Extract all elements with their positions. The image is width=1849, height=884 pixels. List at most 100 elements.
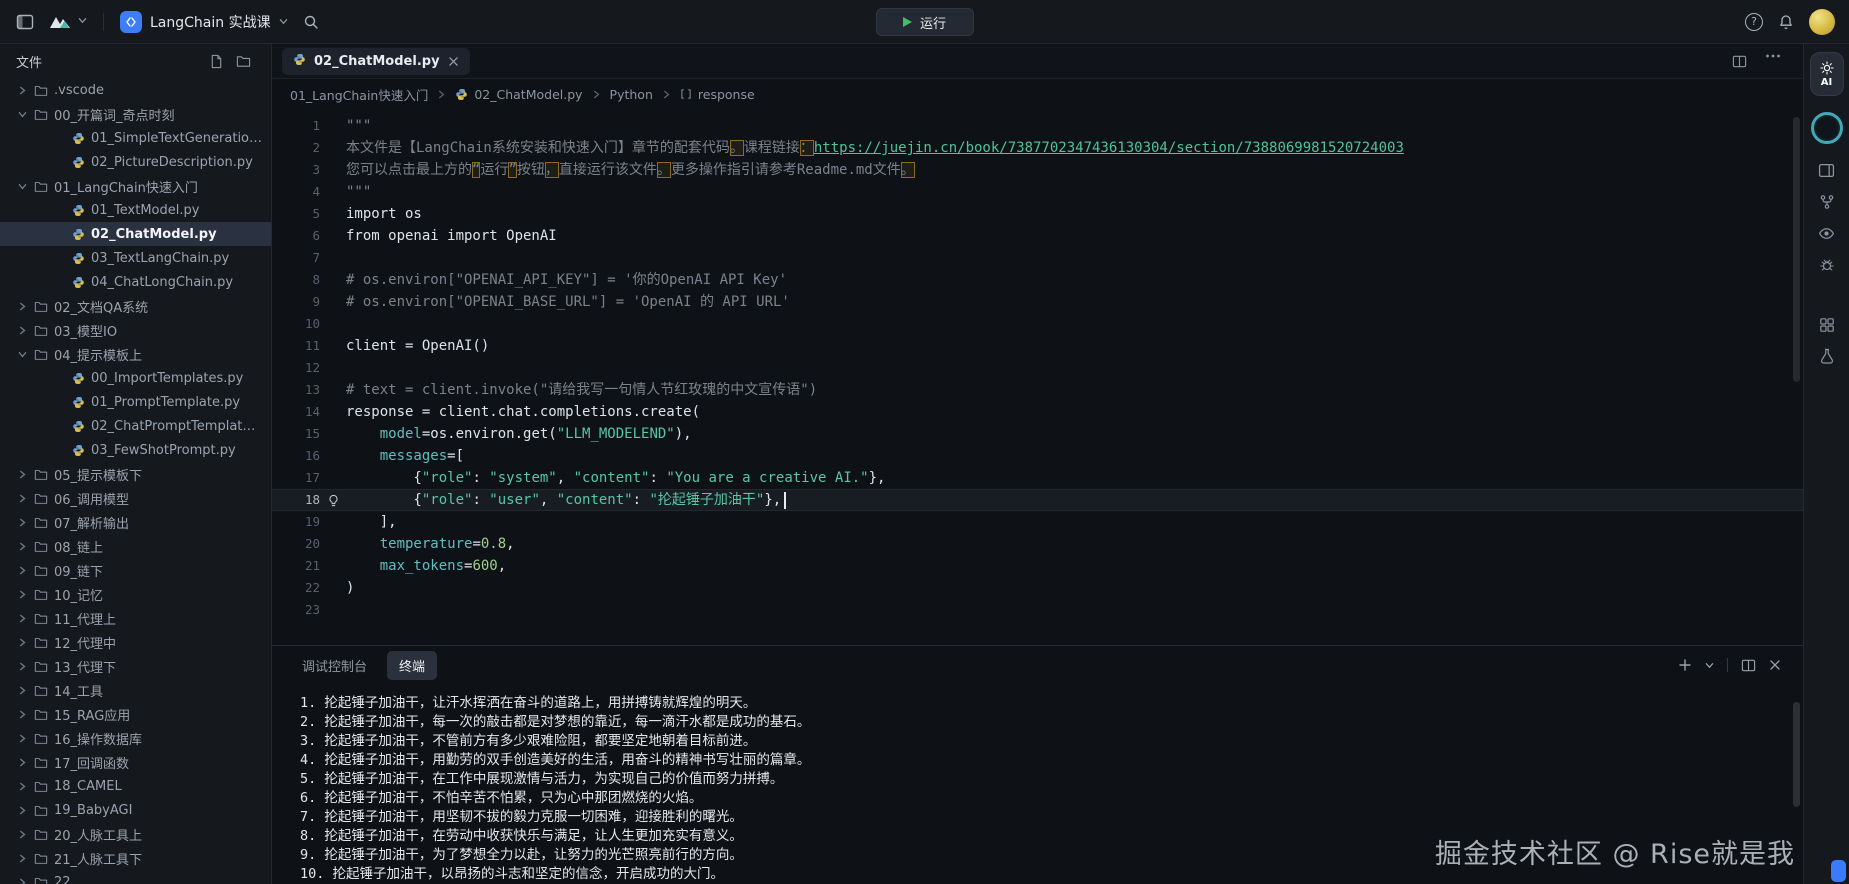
layout-sidebar-icon[interactable] (12, 9, 38, 35)
code-line[interactable]: 12 (272, 357, 1803, 379)
folder-tree-item[interactable]: 02_文档QA系统 (0, 294, 271, 318)
code-line[interactable]: 19 ], (272, 511, 1803, 533)
git-fork-icon[interactable] (1819, 194, 1835, 210)
assistant-indicator[interactable] (1831, 860, 1846, 882)
code-line[interactable]: 1""" (272, 115, 1803, 137)
code-line[interactable]: 4""" (272, 181, 1803, 203)
line-number: 12 (272, 357, 320, 379)
search-icon[interactable] (298, 9, 324, 35)
file-tree-item[interactable]: 03_TextLangChain.py (0, 246, 271, 270)
code-line[interactable]: 17 {"role": "system", "content": "You ar… (272, 467, 1803, 489)
lightbulb-icon[interactable] (320, 494, 346, 507)
code-line[interactable]: 6from openai import OpenAI (272, 225, 1803, 247)
breadcrumb-item[interactable]: response (680, 87, 755, 102)
chevron-down-icon[interactable] (1705, 661, 1714, 670)
tab-close-icon[interactable] (448, 56, 459, 67)
folder-tree-item[interactable]: 11_代理上 (0, 606, 271, 630)
folder-tree-item[interactable]: 12_代理中 (0, 630, 271, 654)
editor-scrollbar[interactable] (1793, 117, 1800, 382)
new-folder-icon[interactable] (236, 54, 251, 69)
file-tree-item[interactable]: 02_PictureDescription.py (0, 150, 271, 174)
ai-assistant-button[interactable]: AI (1810, 52, 1844, 96)
code-line[interactable]: 18 {"role": "user", "content": "抡起锤子加油干"… (272, 489, 1803, 511)
folder-tree-item[interactable]: 16_操作数据库 (0, 726, 271, 750)
file-tree-item[interactable]: 01_SimpleTextGeneration.py (0, 126, 271, 150)
code-line[interactable]: 13# text = client.invoke("请给我写一句情人节红玫瑰的中… (272, 379, 1803, 401)
code-line[interactable]: 20 temperature=0.8, (272, 533, 1803, 555)
code-line[interactable]: 14response = client.chat.completions.cre… (272, 401, 1803, 423)
project-switcher[interactable]: LangChain 实战课 (120, 11, 288, 33)
code-text: 您可以点击最上方的“运行”按钮，直接运行该文件。更多操作指引请参考Readme.… (346, 159, 915, 181)
code-line[interactable]: 5import os (272, 203, 1803, 225)
tab-terminal[interactable]: 终端 (387, 651, 437, 680)
split-editor-icon[interactable] (1732, 54, 1747, 69)
code-line[interactable]: 23 (272, 599, 1803, 621)
help-icon[interactable]: ? (1745, 13, 1763, 31)
folder-tree-item[interactable]: 13_代理下 (0, 654, 271, 678)
test-icon[interactable] (1819, 348, 1835, 364)
breadcrumb-item[interactable]: Python (610, 87, 653, 102)
code-line[interactable]: 2本文件是【LangChain系统安装和快速入门】章节的配套代码。课程链接：ht… (272, 137, 1803, 159)
code-line[interactable]: 10 (272, 313, 1803, 335)
bell-icon[interactable] (1778, 14, 1794, 30)
folder-tree-item[interactable]: 00_开篇词_奇点时刻 (0, 102, 271, 126)
folder-tree-item[interactable]: 06_调用模型 (0, 486, 271, 510)
tab-debug-console[interactable]: 调试控制台 (300, 651, 369, 680)
folder-tree-item[interactable]: 05_提示模板下 (0, 462, 271, 486)
file-tree-item[interactable]: 01_TextModel.py (0, 198, 271, 222)
file-tree-item[interactable]: 02_ChatPromptTemplate.py (0, 414, 271, 438)
tree-item-label: 00_ImportTemplates.py (91, 371, 243, 386)
folder-tree-item[interactable]: 22_ (0, 870, 271, 884)
code-line[interactable]: 3您可以点击最上方的“运行”按钮，直接运行该文件。更多操作指引请参考Readme… (272, 159, 1803, 181)
tree-item-label: 04_提示模板上 (54, 345, 142, 364)
new-file-icon[interactable] (209, 54, 224, 69)
code-line[interactable]: 11client = OpenAI() (272, 335, 1803, 357)
more-actions-icon[interactable] (1765, 54, 1781, 69)
plugin-avatar[interactable] (1811, 112, 1843, 144)
folder-tree-item[interactable]: 08_链上 (0, 534, 271, 558)
add-terminal-icon[interactable] (1678, 658, 1692, 672)
folder-tree-item[interactable]: 18_CAMEL (0, 774, 271, 798)
folder-tree-item[interactable]: 03_模型IO (0, 318, 271, 342)
file-tree-item[interactable]: 04_ChatLongChain.py (0, 270, 271, 294)
extensions-icon[interactable] (1819, 317, 1835, 333)
open-panel-icon[interactable] (1818, 162, 1835, 179)
panel-close-icon[interactable] (1769, 659, 1781, 671)
code-line[interactable]: 16 messages=[ (272, 445, 1803, 467)
code-line[interactable]: 15 model=os.environ.get("LLM_MODELEND"), (272, 423, 1803, 445)
terminal-scrollbar[interactable] (1793, 702, 1800, 807)
code-line[interactable]: 21 max_tokens=600, (272, 555, 1803, 577)
chevron-down-icon (18, 350, 28, 359)
folder-tree-item[interactable]: 07_解析输出 (0, 510, 271, 534)
folder-tree-item[interactable]: .vscode (0, 78, 271, 102)
file-tree-item[interactable]: 03_FewShotPrompt.py (0, 438, 271, 462)
code-line[interactable]: 9# os.environ["OPENAI_BASE_URL"] = 'Open… (272, 291, 1803, 313)
code-line[interactable]: 7 (272, 247, 1803, 269)
folder-tree-item[interactable]: 15_RAG应用 (0, 702, 271, 726)
folder-tree-item[interactable]: 01_LangChain快速入门 (0, 174, 271, 198)
user-avatar[interactable] (1809, 9, 1835, 35)
code-line[interactable]: 22) (272, 577, 1803, 599)
code-line[interactable]: 8# os.environ["OPENAI_API_KEY"] = '你的Ope… (272, 269, 1803, 291)
breadcrumb-item[interactable]: 02_ChatModel.py (455, 87, 582, 102)
folder-tree-item[interactable]: 21_人脉工具下 (0, 846, 271, 870)
folder-tree-item[interactable]: 19_BabyAGI (0, 798, 271, 822)
panel-split-icon[interactable] (1741, 658, 1756, 673)
preview-icon[interactable] (1818, 225, 1835, 242)
editor-tab[interactable]: 02_ChatModel.py (282, 48, 470, 75)
tree-item-label: 02_ChatModel.py (91, 227, 217, 242)
code-editor[interactable]: 1"""2本文件是【LangChain系统安装和快速入门】章节的配套代码。课程链… (272, 109, 1803, 645)
debug-icon[interactable] (1819, 257, 1835, 273)
file-tree-item[interactable]: 01_PromptTemplate.py (0, 390, 271, 414)
file-tree-item[interactable]: 00_ImportTemplates.py (0, 366, 271, 390)
folder-tree-item[interactable]: 09_链下 (0, 558, 271, 582)
folder-tree-item[interactable]: 17_回调函数 (0, 750, 271, 774)
breadcrumb-item[interactable]: 01_LangChain快速入门 (290, 85, 428, 104)
folder-tree-item[interactable]: 14_工具 (0, 678, 271, 702)
folder-tree-item[interactable]: 20_人脉工具上 (0, 822, 271, 846)
run-button[interactable]: 运行 (876, 8, 974, 36)
file-tree-item[interactable]: 02_ChatModel.py (0, 222, 271, 246)
app-logo[interactable] (48, 14, 87, 30)
folder-tree-item[interactable]: 04_提示模板上 (0, 342, 271, 366)
folder-tree-item[interactable]: 10_记忆 (0, 582, 271, 606)
